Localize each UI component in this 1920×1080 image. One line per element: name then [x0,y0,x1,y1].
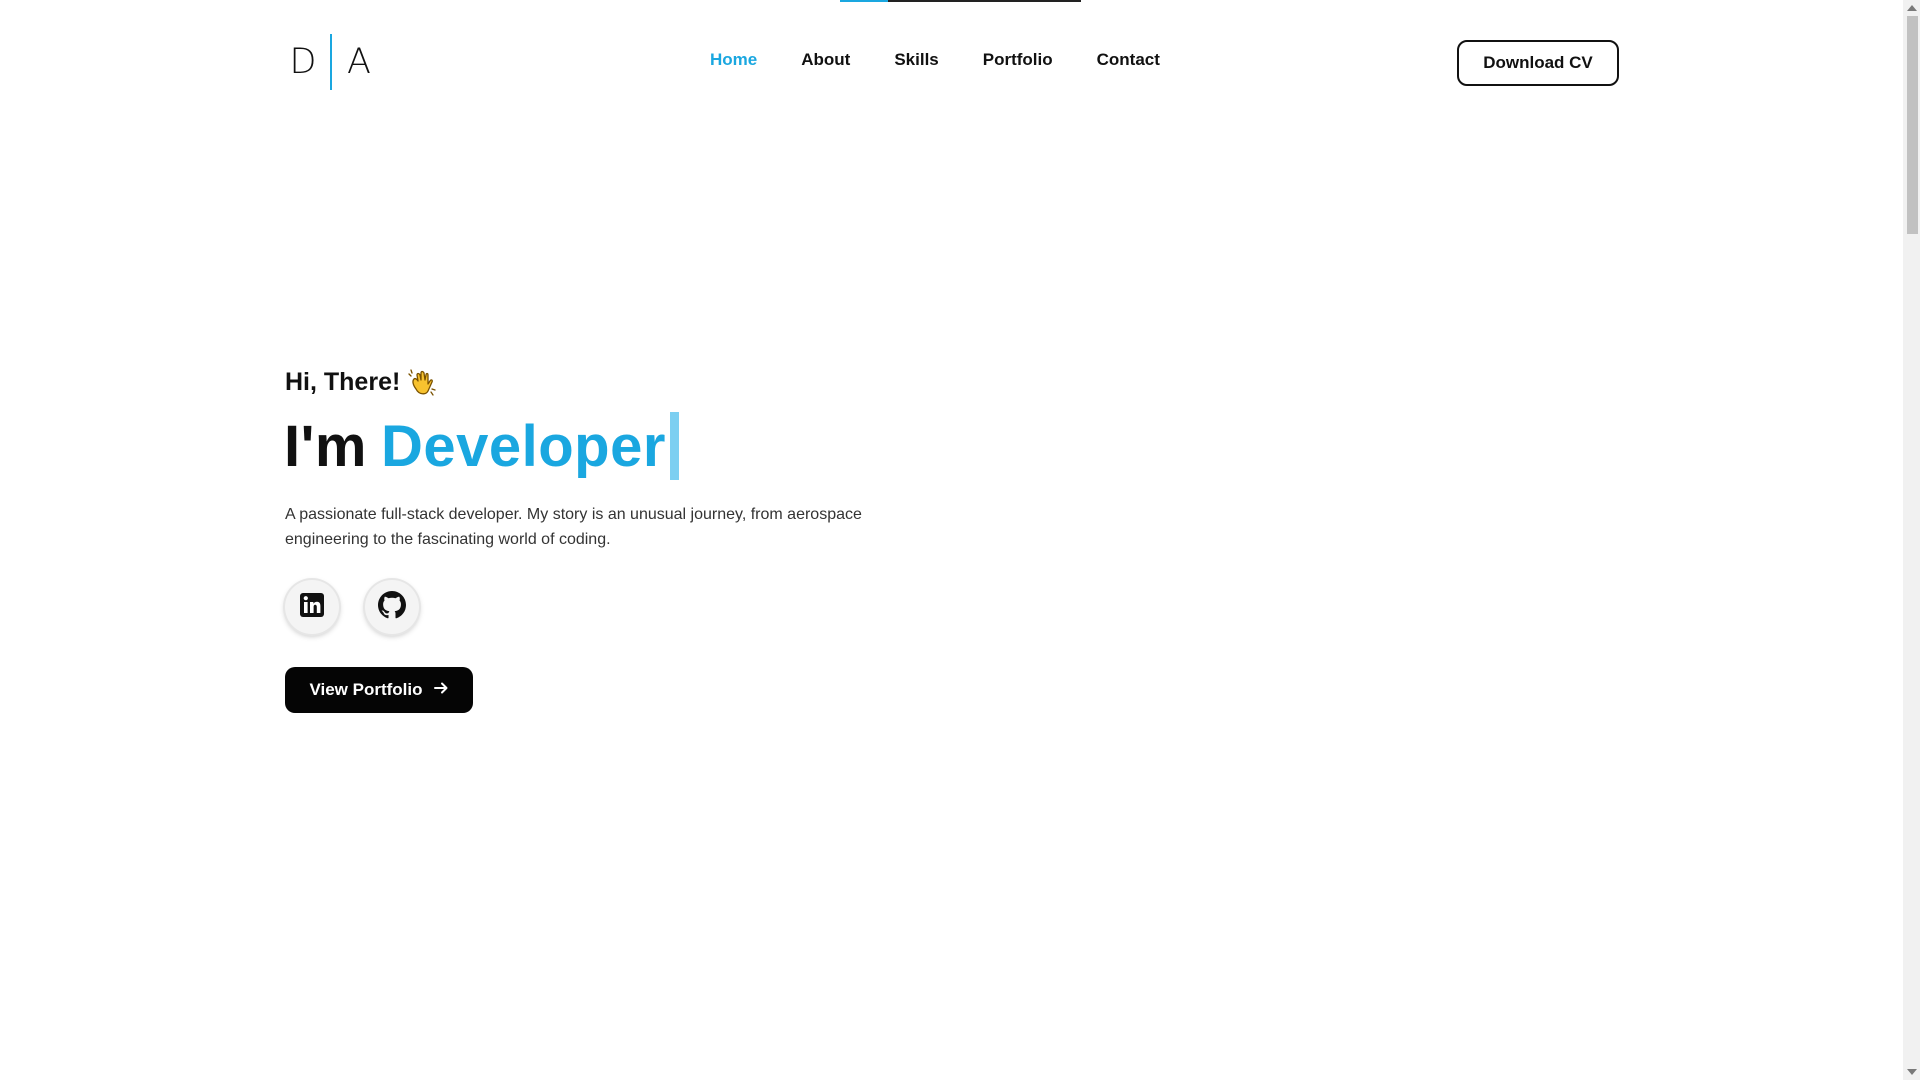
headline-prefix: I'm [284,413,367,479]
nav-home[interactable]: Home [710,50,757,70]
hero-description: A passionate full-stack developer. My st… [285,506,862,548]
nav-skills[interactable]: Skills [894,50,938,70]
github-button[interactable] [365,580,419,634]
nav-about[interactable]: About [801,50,850,70]
greeting: Hi, There! [285,368,436,397]
linkedin-icon [299,592,325,623]
arrow-right-icon [433,680,449,701]
linkedin-button[interactable] [285,580,339,634]
greeting-text: Hi, There! [285,368,401,396]
page-scrollbar[interactable] [1903,0,1920,1080]
scroll-down-icon[interactable] [1907,1069,1917,1075]
typing-cursor [669,412,679,480]
nav-contact[interactable]: Contact [1097,50,1160,70]
headline-role: Developer [380,413,666,479]
site-header: D A Home About Skills Portfolio Contact … [0,0,1900,126]
logo-divider [330,34,332,90]
logo[interactable]: D A [286,34,376,90]
nav-portfolio[interactable]: Portfolio [983,50,1053,70]
view-portfolio-button[interactable]: View Portfolio [285,667,473,713]
waving-hand-icon [408,368,436,397]
main-nav: Home About Skills Portfolio Contact [710,50,1204,70]
logo-letter-right: A [347,42,371,82]
scroll-up-icon[interactable] [1907,5,1917,11]
download-cv-button[interactable]: Download CV [1457,40,1619,86]
hero-headline: I'm Developer [284,412,679,480]
scrollbar-thumb[interactable] [1907,16,1918,234]
view-portfolio-label: View Portfolio [309,680,423,699]
github-icon [378,590,406,624]
logo-letter-left: D [289,42,317,82]
